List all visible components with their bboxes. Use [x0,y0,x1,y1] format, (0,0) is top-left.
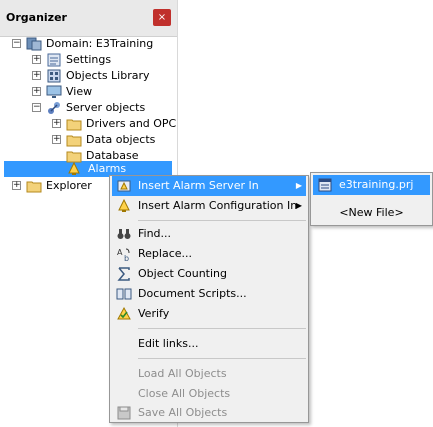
save-icon [117,406,131,420]
folder-icon [66,135,82,147]
alarm-config-icon [118,198,130,212]
expander-icon[interactable]: + [32,71,41,80]
submenu-item-new-file[interactable]: <New File> [313,203,430,223]
sigma-icon [117,267,130,281]
submenu-item-project[interactable]: e3training.prj [313,175,430,195]
replace-icon: A b [117,248,130,262]
menu-item-save-all-objects[interactable]: Save All Objects [112,404,306,422]
menu-item-insert-alarm-configuration[interactable]: Insert Alarm Configuration In ▶ [112,196,306,216]
expander-icon[interactable]: − [12,39,21,48]
svg-text:b: b [124,254,129,262]
verify-icon [117,306,131,320]
menu-item-label: Save All Objects [138,406,228,419]
tree-item-label: View [66,85,93,98]
menu-item-load-all-objects[interactable]: Load All Objects [112,364,306,384]
tree-item-label: Drivers and OPC [86,117,177,130]
tree-item-label: Data objects [86,133,156,146]
menu-item-close-all-objects[interactable]: Close All Objects [112,384,306,404]
organizer-close-button[interactable]: × [153,9,171,26]
menu-item-label: Verify [138,307,170,320]
alarm-icon [68,161,80,175]
tree-item-label: Domain: E3Training [46,37,154,50]
expander-icon[interactable]: + [52,135,61,144]
menu-item-label: Replace... [138,247,193,260]
menu-item-label: Document Scripts... [138,287,247,300]
tree-item-label: Settings [66,53,112,66]
tree-item-label: Explorer [46,179,92,192]
alarm-server-icon [117,180,131,192]
expander-icon[interactable]: + [52,119,61,128]
menu-separator [138,328,306,329]
svg-text:A: A [117,248,123,257]
menu-item-label: Close All Objects [138,387,231,400]
menu-item-label: Load All Objects [138,367,227,380]
menu-item-label: Insert Alarm Configuration In [138,199,298,212]
context-menu: Insert Alarm Server In ▶ Insert Alarm Co… [109,175,309,423]
menu-item-document-scripts[interactable]: Document Scripts... [112,284,306,304]
binoculars-icon [117,229,131,239]
folder-icon [26,181,42,193]
menu-item-label: Find... [138,227,172,240]
submenu-item-label: <New File> [339,206,404,219]
organizer-titlebar: Organizer × [0,0,177,37]
book-icon [116,288,132,300]
project-icon [318,178,332,192]
expander-icon[interactable]: + [32,87,41,96]
submenu-arrow-icon: ▶ [295,201,302,210]
settings-icon [47,53,61,67]
expander-icon[interactable]: − [32,103,41,112]
organizer-title: Organizer [6,11,67,24]
objects-library-icon [47,69,61,83]
menu-item-label: Edit links... [138,337,199,350]
folder-icon [66,119,82,131]
organizer-tree: − Domain: E3Training + Settings + Object… [4,36,176,196]
submenu-arrow-icon: ▶ [295,181,302,190]
menu-separator [138,358,306,359]
tree-item-label: Server objects [66,101,146,114]
menu-item-label: Insert Alarm Server In [138,179,259,192]
menu-item-replace[interactable]: A b Replace... [112,244,306,264]
menu-item-verify[interactable]: Verify [112,304,306,324]
menu-item-object-counting[interactable]: Object Counting [112,264,306,284]
menu-item-label: Object Counting [138,267,227,280]
submenu-item-label: e3training.prj [339,178,414,191]
menu-item-find[interactable]: Find... [112,224,306,244]
tree-item-label: Objects Library [66,69,150,82]
view-icon [46,85,62,98]
menu-separator [138,220,306,221]
submenu-insert-alarm-server: e3training.prj <New File> [310,172,433,226]
expander-icon[interactable]: + [12,181,21,190]
server-objects-icon [48,102,60,114]
domain-icon [26,37,42,51]
expander-icon[interactable]: + [32,55,41,64]
menu-item-insert-alarm-server[interactable]: Insert Alarm Server In ▶ [112,176,306,196]
menu-item-edit-links[interactable]: Edit links... [112,334,306,354]
